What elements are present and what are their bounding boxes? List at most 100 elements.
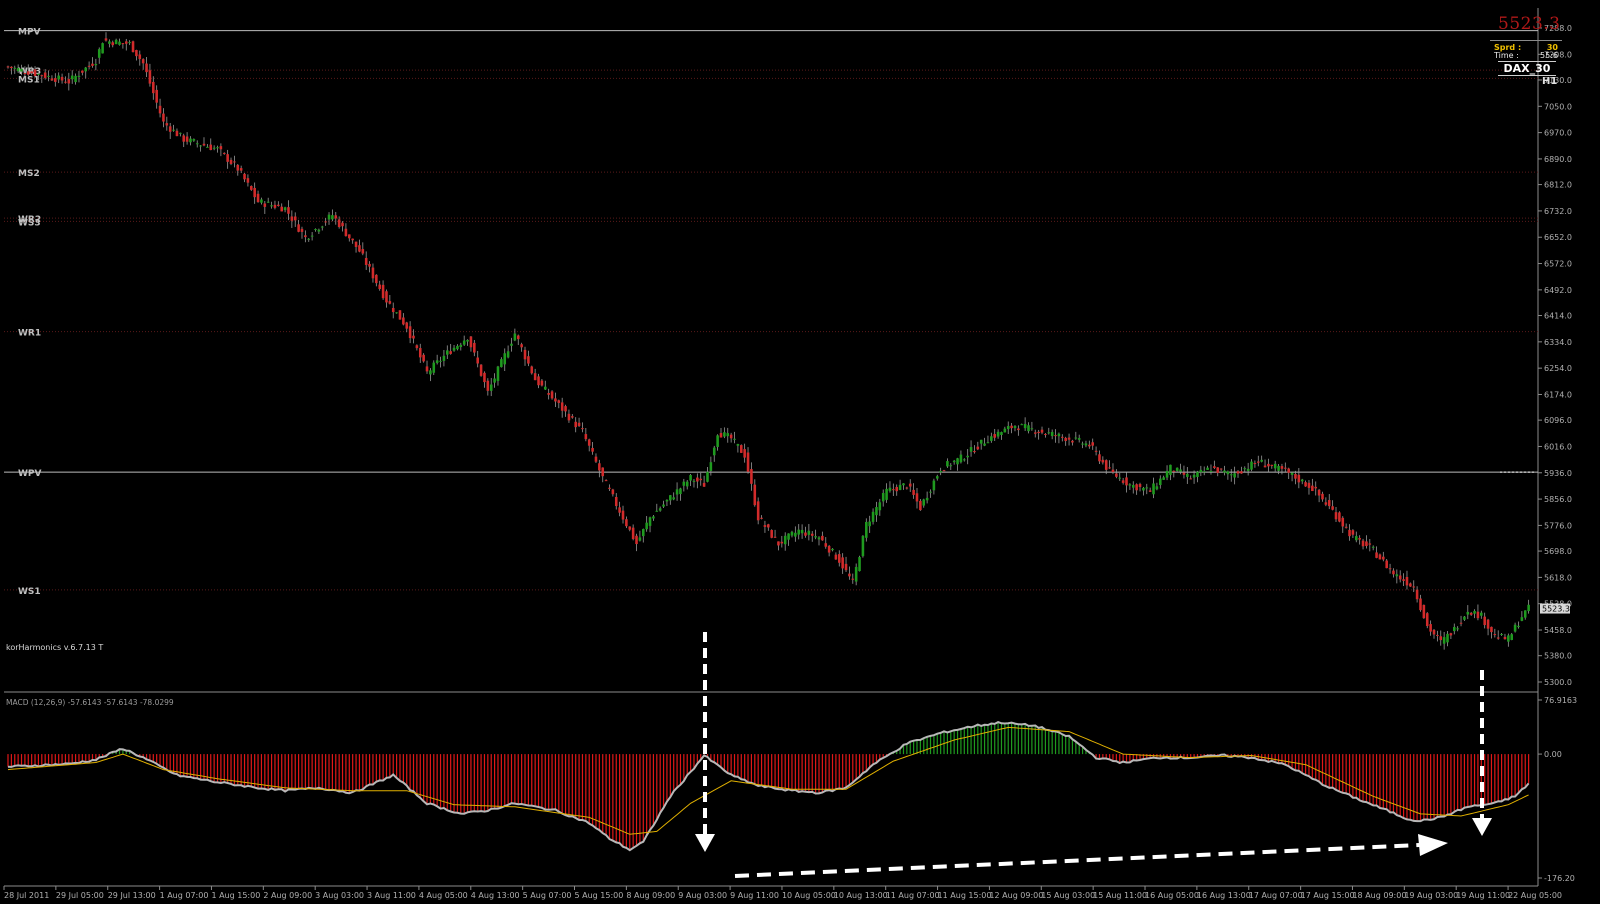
price-tick-label: 6414.0 (1544, 312, 1572, 321)
candle-body (1449, 633, 1453, 636)
time-value: 55:6 (1540, 51, 1558, 60)
candle-body (506, 351, 510, 358)
candle-body (696, 477, 699, 482)
candle-body (1023, 424, 1027, 429)
candle-body (614, 496, 618, 507)
candle-body (1236, 471, 1240, 474)
candle-body (486, 380, 490, 391)
macd-tick-label: -176.20 (1544, 874, 1575, 883)
candle-body (91, 63, 94, 66)
candle-body (520, 344, 523, 348)
candle-body (652, 516, 655, 519)
candle-body (175, 130, 179, 137)
candle-body (1209, 470, 1213, 472)
candle-body (892, 489, 895, 491)
candle-body (1466, 611, 1470, 615)
candle-body (1459, 622, 1463, 624)
candle-body (496, 366, 500, 381)
candle-body (739, 445, 743, 453)
candle-body (1010, 425, 1013, 429)
candle-body (1284, 467, 1287, 469)
candle-body (368, 263, 371, 267)
candle-body (979, 439, 983, 444)
candle (1422, 604, 1426, 619)
candle-body (881, 492, 885, 502)
candle-body (986, 442, 990, 444)
candle-body (1206, 467, 1209, 470)
candle-body (195, 143, 199, 145)
candle (479, 364, 483, 377)
candle-body (148, 70, 152, 84)
candle-body (780, 541, 784, 544)
candle-body (1382, 556, 1385, 560)
candle-body (1277, 465, 1280, 471)
candle-body (1223, 470, 1226, 473)
candle-body (273, 204, 277, 208)
candle-body (895, 487, 899, 492)
candle-body (6, 66, 10, 68)
candle-body (412, 335, 415, 339)
candle-body (476, 357, 479, 364)
time-tick-label: 28 Jul 2011 (4, 891, 49, 900)
candle-body (618, 507, 621, 513)
candle-body (871, 511, 875, 522)
candle-body (641, 529, 645, 537)
candle-body (1162, 477, 1165, 480)
candle-body (550, 391, 554, 399)
candle-body (1033, 432, 1037, 434)
price-tick-label: 6016.0 (1544, 442, 1572, 451)
candle-body (128, 42, 131, 44)
symbol-info-box: 5523.3 Sprd : 30 Time : 55:6 DAX_30 H1 (1490, 14, 1564, 87)
price-tick-label: 6732.0 (1544, 207, 1572, 216)
candle-body (510, 343, 513, 346)
candle-body (1425, 613, 1429, 627)
candle-body (669, 495, 672, 501)
candle-body (530, 366, 534, 374)
candle-body (1365, 541, 1368, 547)
candle-body (1229, 474, 1233, 476)
candle-body (726, 433, 730, 437)
time-tick-label: 3 Aug 03:00 (315, 891, 364, 900)
candle-body (628, 526, 632, 530)
candle (756, 497, 760, 525)
candle-body (1290, 472, 1294, 475)
candle-body (1510, 634, 1514, 640)
candle-body (621, 510, 625, 520)
candle-body (1257, 461, 1260, 463)
candle-body (37, 73, 40, 75)
candle (1175, 467, 1179, 472)
time-label: Time : (1494, 51, 1519, 60)
candle-body (304, 235, 307, 238)
time-tick-label: 2 Aug 09:00 (263, 891, 312, 900)
candle-body (716, 435, 719, 447)
candle-body (473, 342, 476, 353)
candle-body (1507, 635, 1510, 642)
candle-body (1527, 604, 1530, 612)
candle-body (43, 72, 47, 78)
candle-body (222, 152, 226, 154)
time-tick-label: 12 Aug 09:00 (989, 891, 1043, 900)
candle-body (469, 336, 473, 348)
candle (861, 535, 865, 558)
candle-body (50, 78, 54, 81)
chart-canvas: MPVWR3MS1MS2WR2WS3WR1WPVWS1 7288.07208.0… (0, 0, 1600, 904)
candle-body (1196, 471, 1199, 477)
price-tick-label: 5936.0 (1544, 469, 1572, 478)
time-tick-label: 19 Aug 03:00 (1404, 891, 1458, 900)
candle-body (371, 267, 375, 279)
candle-body (155, 89, 158, 103)
time-tick-label: 19 Aug 11:00 (1456, 891, 1510, 900)
price-tick-label: 5300.0 (1544, 678, 1572, 687)
candle-body (260, 199, 263, 203)
candle-body (334, 215, 338, 219)
candle-body (773, 536, 777, 538)
candle-body (1108, 467, 1111, 469)
candle-body (959, 454, 963, 463)
candle-body (679, 488, 682, 495)
candle-body (47, 75, 50, 77)
candle-body (351, 238, 354, 241)
price-tick-label: 6572.0 (1544, 260, 1572, 269)
candle-body (408, 326, 412, 339)
candle-body (783, 535, 787, 545)
candle-body (1294, 474, 1297, 479)
